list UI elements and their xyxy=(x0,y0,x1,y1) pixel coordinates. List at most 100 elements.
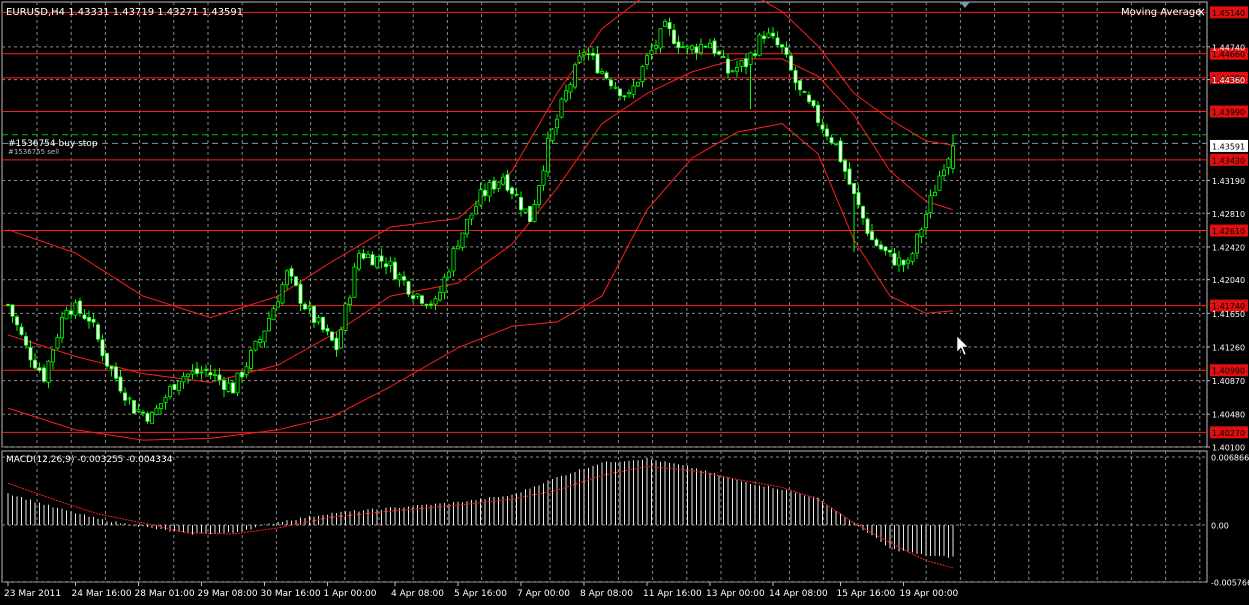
candle-body xyxy=(352,266,357,298)
candle-body xyxy=(266,317,271,332)
candle-body xyxy=(901,259,906,266)
candle-body xyxy=(280,284,285,304)
candle-body xyxy=(910,253,915,262)
candle-body xyxy=(19,326,24,335)
candle-body xyxy=(811,100,816,107)
candle-body xyxy=(802,91,807,93)
candle-body xyxy=(843,160,848,172)
candle-body xyxy=(784,47,789,55)
candle-body xyxy=(190,370,195,375)
candle-body xyxy=(64,309,69,320)
candle-body xyxy=(870,231,875,241)
candle-body xyxy=(370,254,375,266)
candle-body xyxy=(915,233,920,254)
candle-body xyxy=(154,407,159,415)
candle-body xyxy=(325,328,330,332)
candle-body xyxy=(194,368,199,374)
candle-body xyxy=(374,256,379,268)
candle-body xyxy=(482,189,487,197)
candle-body xyxy=(42,367,47,382)
x-tick-label: 28 Mar 01:00 xyxy=(135,589,195,599)
candle-body xyxy=(221,379,226,390)
candle-body xyxy=(37,367,42,371)
candle-body xyxy=(140,411,145,414)
candle-body xyxy=(861,205,866,219)
candle-body xyxy=(212,374,217,376)
candle-body xyxy=(672,29,677,45)
candle-body xyxy=(744,58,749,68)
candle-body xyxy=(541,170,546,186)
macd-y-tick-label: 0.006866 xyxy=(1211,454,1249,463)
x-tick-label: 7 Apr 00:00 xyxy=(517,589,570,599)
candle-body xyxy=(406,281,411,295)
candle-body xyxy=(379,255,384,262)
candle-body xyxy=(298,283,303,304)
candle-body xyxy=(23,335,28,346)
candle-body xyxy=(568,83,573,93)
candle-body xyxy=(550,128,555,142)
candle-body xyxy=(771,32,776,37)
current-price-label: 1.43591 xyxy=(1212,142,1245,151)
candle-body xyxy=(253,340,258,351)
candle-body xyxy=(51,349,56,363)
x-tick-label: 14 Apr 08:00 xyxy=(769,589,828,599)
candle-body xyxy=(816,104,821,123)
x-tick-label: 5 Apr 16:00 xyxy=(454,589,507,599)
candle-body xyxy=(114,366,119,379)
candle-body xyxy=(149,411,154,424)
candle-body xyxy=(613,86,618,89)
trading-chart[interactable]: 1.45140 1.44660 1.44380 1.43990 1.43430 1.426… xyxy=(0,0,1249,601)
candle-body xyxy=(753,53,758,56)
candle-body xyxy=(455,245,460,250)
candle-body xyxy=(82,314,87,320)
candle-body xyxy=(627,92,632,95)
candle-body xyxy=(946,158,951,169)
indicator-close-icon[interactable]: × xyxy=(1196,5,1206,19)
candle-body xyxy=(892,252,897,266)
x-tick-label: 11 Apr 16:00 xyxy=(643,589,702,599)
candle-body xyxy=(262,330,267,343)
candle-body xyxy=(676,41,681,48)
candle-body xyxy=(888,249,893,253)
candle-body xyxy=(937,175,942,191)
candle-body xyxy=(834,142,839,146)
candle-body xyxy=(685,46,690,49)
candle-body xyxy=(505,174,510,191)
candle-body xyxy=(478,189,483,206)
candle-body xyxy=(757,34,762,56)
candle-body xyxy=(199,371,204,374)
x-tick-label: 15 Apr 16:00 xyxy=(837,589,896,599)
candle-body xyxy=(109,366,114,370)
candle-body xyxy=(10,304,15,317)
candle-body xyxy=(879,244,884,250)
candle-body xyxy=(762,35,767,40)
candle-body xyxy=(383,263,388,268)
candle-body xyxy=(631,85,636,95)
candle-body xyxy=(73,302,78,316)
candle-body xyxy=(442,276,447,294)
chart-canvas[interactable]: 1.451401.446601.443801.439901.434301.426… xyxy=(0,0,1249,601)
candle-body xyxy=(780,44,785,48)
candle-body xyxy=(293,276,298,286)
candle-body xyxy=(118,376,123,392)
candle-body xyxy=(60,317,65,339)
candle-body xyxy=(559,98,564,118)
candle-body xyxy=(897,257,902,266)
candle-body xyxy=(874,239,879,247)
candle-body xyxy=(595,53,600,74)
candle-body xyxy=(334,337,339,351)
candle-body xyxy=(46,360,51,383)
candle-body xyxy=(663,20,668,27)
y-tick-label: 1.42040 xyxy=(1212,276,1245,285)
y-tick-label: 1.44740 xyxy=(1212,43,1245,52)
candle-body xyxy=(271,307,276,321)
indicator-label[interactable]: Moving Average xyxy=(1121,7,1201,18)
candle-body xyxy=(951,145,956,169)
candle-body xyxy=(230,382,235,394)
order-label-secondary: #1536755 sell xyxy=(8,148,59,156)
candle-body xyxy=(856,192,861,206)
candle-body xyxy=(798,80,803,91)
candle-body xyxy=(316,317,321,323)
candle-body xyxy=(87,316,92,322)
candle-body xyxy=(564,90,569,101)
